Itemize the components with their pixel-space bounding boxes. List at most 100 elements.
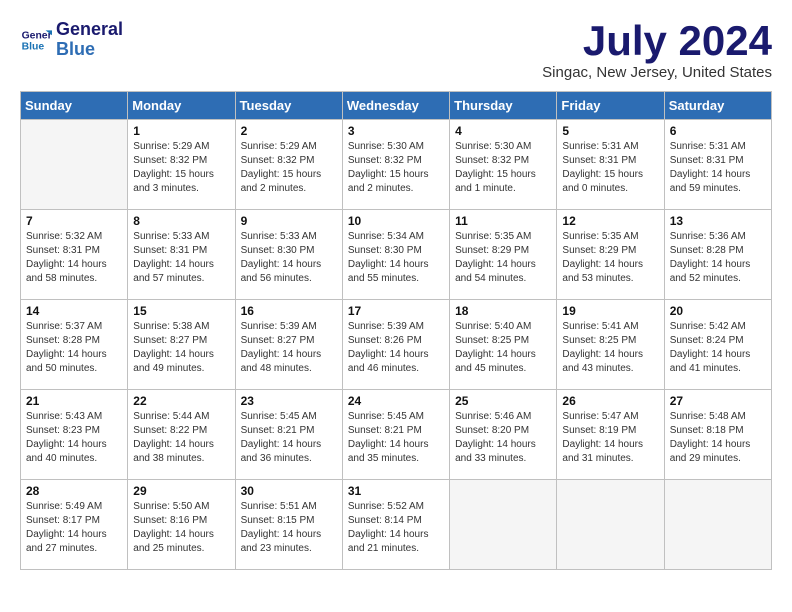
day-number: 30 bbox=[241, 484, 337, 498]
day-info: Sunrise: 5:35 AMSunset: 8:29 PMDaylight:… bbox=[562, 230, 658, 286]
calendar-cell: 18Sunrise: 5:40 AMSunset: 8:25 PMDayligh… bbox=[450, 300, 557, 390]
month-title: July 2024 bbox=[542, 20, 772, 62]
week-row-5: 28 Sunrise: 5:49 AMSunset: 8:17 PMDayligh… bbox=[21, 480, 772, 570]
day-number: 16 bbox=[241, 304, 337, 318]
calendar-cell: 29Sunrise: 5:50 AMSunset: 8:16 PMDayligh… bbox=[128, 480, 235, 570]
day-info: Sunrise: 5:42 AMSunset: 8:24 PMDaylight:… bbox=[670, 320, 766, 376]
day-info: Sunrise: 5:51 AMSunset: 8:15 PMDaylight:… bbox=[241, 500, 337, 556]
day-number: 15 bbox=[133, 304, 229, 318]
day-info: Sunrise: 5:52 AMSunset: 8:14 PMDaylight:… bbox=[348, 500, 444, 556]
day-number: 23 bbox=[241, 394, 337, 408]
calendar-cell bbox=[21, 120, 128, 210]
day-info: Sunrise: 5:38 AMSunset: 8:27 PMDaylight:… bbox=[133, 320, 229, 376]
day-info: Sunrise: 5:29 AMSunset: 8:32 PMDaylight:… bbox=[133, 140, 229, 196]
day-number: 13 bbox=[670, 214, 766, 228]
day-info: Sunrise: 5:35 AMSunset: 8:29 PMDaylight:… bbox=[455, 230, 551, 286]
calendar-cell: 14 Sunrise: 5:37 AMSunset: 8:28 PMDayligh… bbox=[21, 300, 128, 390]
calendar-cell bbox=[557, 480, 664, 570]
day-info: Sunrise: 5:33 AMSunset: 8:31 PMDaylight:… bbox=[133, 230, 229, 286]
weekday-header-wednesday: Wednesday bbox=[342, 92, 449, 120]
calendar-cell: 12 Sunrise: 5:35 AMSunset: 8:29 PMDayligh… bbox=[557, 210, 664, 300]
day-info: Sunrise: 5:32 AMSunset: 8:31 PMDaylight:… bbox=[26, 230, 122, 286]
day-number: 8 bbox=[133, 214, 229, 228]
logo-text: General Blue bbox=[56, 20, 123, 60]
calendar-cell: 22 Sunrise: 5:44 AMSunset: 8:22 PMDayligh… bbox=[128, 390, 235, 480]
day-number: 9 bbox=[241, 214, 337, 228]
calendar-cell: 11 Sunrise: 5:35 AMSunset: 8:29 PMDayligh… bbox=[450, 210, 557, 300]
day-number: 20 bbox=[670, 304, 766, 318]
day-number: 3 bbox=[348, 124, 444, 138]
day-number: 22 bbox=[133, 394, 229, 408]
day-info: Sunrise: 5:50 AMSunset: 8:16 PMDaylight:… bbox=[133, 500, 229, 556]
day-info: Sunrise: 5:49 AMSunset: 8:17 PMDaylight:… bbox=[26, 500, 122, 556]
calendar-cell: 1 Sunrise: 5:29 AMSunset: 8:32 PMDaylight… bbox=[128, 120, 235, 210]
day-number: 21 bbox=[26, 394, 122, 408]
calendar-cell: 28 Sunrise: 5:49 AMSunset: 8:17 PMDayligh… bbox=[21, 480, 128, 570]
calendar-cell: 30 Sunrise: 5:51 AMSunset: 8:15 PMDayligh… bbox=[235, 480, 342, 570]
weekday-header-thursday: Thursday bbox=[450, 92, 557, 120]
calendar-cell: 8 Sunrise: 5:33 AMSunset: 8:31 PMDaylight… bbox=[128, 210, 235, 300]
calendar-cell: 15 Sunrise: 5:38 AMSunset: 8:27 PMDayligh… bbox=[128, 300, 235, 390]
logo: General Blue General Blue bbox=[20, 20, 123, 60]
day-number: 28 bbox=[26, 484, 122, 498]
weekday-header-friday: Friday bbox=[557, 92, 664, 120]
calendar-cell: 17 Sunrise: 5:39 AMSunset: 8:26 PMDayligh… bbox=[342, 300, 449, 390]
day-info: Sunrise: 5:30 AMSunset: 8:32 PMDaylight:… bbox=[348, 140, 444, 196]
day-info: Sunrise: 5:44 AMSunset: 8:22 PMDaylight:… bbox=[133, 410, 229, 466]
title-block: July 2024 Singac, New Jersey, United Sta… bbox=[542, 20, 772, 81]
logo-icon: General Blue bbox=[20, 24, 52, 56]
calendar-cell: 10Sunrise: 5:34 AMSunset: 8:30 PMDayligh… bbox=[342, 210, 449, 300]
week-row-3: 14 Sunrise: 5:37 AMSunset: 8:28 PMDayligh… bbox=[21, 300, 772, 390]
day-number: 14 bbox=[26, 304, 122, 318]
calendar-cell: 9 Sunrise: 5:33 AMSunset: 8:30 PMDaylight… bbox=[235, 210, 342, 300]
week-row-4: 21 Sunrise: 5:43 AMSunset: 8:23 PMDayligh… bbox=[21, 390, 772, 480]
day-number: 1 bbox=[133, 124, 229, 138]
svg-text:Blue: Blue bbox=[22, 41, 45, 52]
day-number: 4 bbox=[455, 124, 551, 138]
calendar-cell: 27Sunrise: 5:48 AMSunset: 8:18 PMDayligh… bbox=[664, 390, 771, 480]
calendar-cell: 16Sunrise: 5:39 AMSunset: 8:27 PMDayligh… bbox=[235, 300, 342, 390]
calendar-cell: 19Sunrise: 5:41 AMSunset: 8:25 PMDayligh… bbox=[557, 300, 664, 390]
day-number: 6 bbox=[670, 124, 766, 138]
day-number: 12 bbox=[562, 214, 658, 228]
calendar-cell: 31 Sunrise: 5:52 AMSunset: 8:14 PMDayligh… bbox=[342, 480, 449, 570]
week-row-1: 1 Sunrise: 5:29 AMSunset: 8:32 PMDaylight… bbox=[21, 120, 772, 210]
weekday-header-sunday: Sunday bbox=[21, 92, 128, 120]
day-number: 11 bbox=[455, 214, 551, 228]
day-info: Sunrise: 5:33 AMSunset: 8:30 PMDaylight:… bbox=[241, 230, 337, 286]
day-info: Sunrise: 5:34 AMSunset: 8:30 PMDaylight:… bbox=[348, 230, 444, 286]
day-info: Sunrise: 5:30 AMSunset: 8:32 PMDaylight:… bbox=[455, 140, 551, 196]
day-info: Sunrise: 5:43 AMSunset: 8:23 PMDaylight:… bbox=[26, 410, 122, 466]
calendar-cell: 21 Sunrise: 5:43 AMSunset: 8:23 PMDayligh… bbox=[21, 390, 128, 480]
day-info: Sunrise: 5:37 AMSunset: 8:28 PMDaylight:… bbox=[26, 320, 122, 376]
day-info: Sunrise: 5:45 AMSunset: 8:21 PMDaylight:… bbox=[241, 410, 337, 466]
day-info: Sunrise: 5:31 AMSunset: 8:31 PMDaylight:… bbox=[562, 140, 658, 196]
day-info: Sunrise: 5:48 AMSunset: 8:18 PMDaylight:… bbox=[670, 410, 766, 466]
day-number: 18 bbox=[455, 304, 551, 318]
day-number: 31 bbox=[348, 484, 444, 498]
day-number: 26 bbox=[562, 394, 658, 408]
calendar-cell: 26Sunrise: 5:47 AMSunset: 8:19 PMDayligh… bbox=[557, 390, 664, 480]
day-info: Sunrise: 5:39 AMSunset: 8:26 PMDaylight:… bbox=[348, 320, 444, 376]
day-info: Sunrise: 5:31 AMSunset: 8:31 PMDaylight:… bbox=[670, 140, 766, 196]
calendar-cell: 5Sunrise: 5:31 AMSunset: 8:31 PMDaylight… bbox=[557, 120, 664, 210]
calendar-cell: 7 Sunrise: 5:32 AMSunset: 8:31 PMDaylight… bbox=[21, 210, 128, 300]
calendar-table: SundayMondayTuesdayWednesdayThursdayFrid… bbox=[20, 91, 772, 570]
day-number: 19 bbox=[562, 304, 658, 318]
calendar-cell: 4 Sunrise: 5:30 AMSunset: 8:32 PMDaylight… bbox=[450, 120, 557, 210]
svg-text:General: General bbox=[22, 30, 52, 41]
calendar-cell: 6 Sunrise: 5:31 AMSunset: 8:31 PMDaylight… bbox=[664, 120, 771, 210]
location: Singac, New Jersey, United States bbox=[542, 64, 772, 81]
day-number: 7 bbox=[26, 214, 122, 228]
day-info: Sunrise: 5:29 AMSunset: 8:32 PMDaylight:… bbox=[241, 140, 337, 196]
day-info: Sunrise: 5:46 AMSunset: 8:20 PMDaylight:… bbox=[455, 410, 551, 466]
weekday-header-tuesday: Tuesday bbox=[235, 92, 342, 120]
day-number: 24 bbox=[348, 394, 444, 408]
day-number: 25 bbox=[455, 394, 551, 408]
calendar-cell: 25 Sunrise: 5:46 AMSunset: 8:20 PMDayligh… bbox=[450, 390, 557, 480]
calendar-header-row: SundayMondayTuesdayWednesdayThursdayFrid… bbox=[21, 92, 772, 120]
calendar-cell: 2Sunrise: 5:29 AMSunset: 8:32 PMDaylight… bbox=[235, 120, 342, 210]
calendar-cell bbox=[664, 480, 771, 570]
day-number: 17 bbox=[348, 304, 444, 318]
calendar-cell: 24Sunrise: 5:45 AMSunset: 8:21 PMDayligh… bbox=[342, 390, 449, 480]
